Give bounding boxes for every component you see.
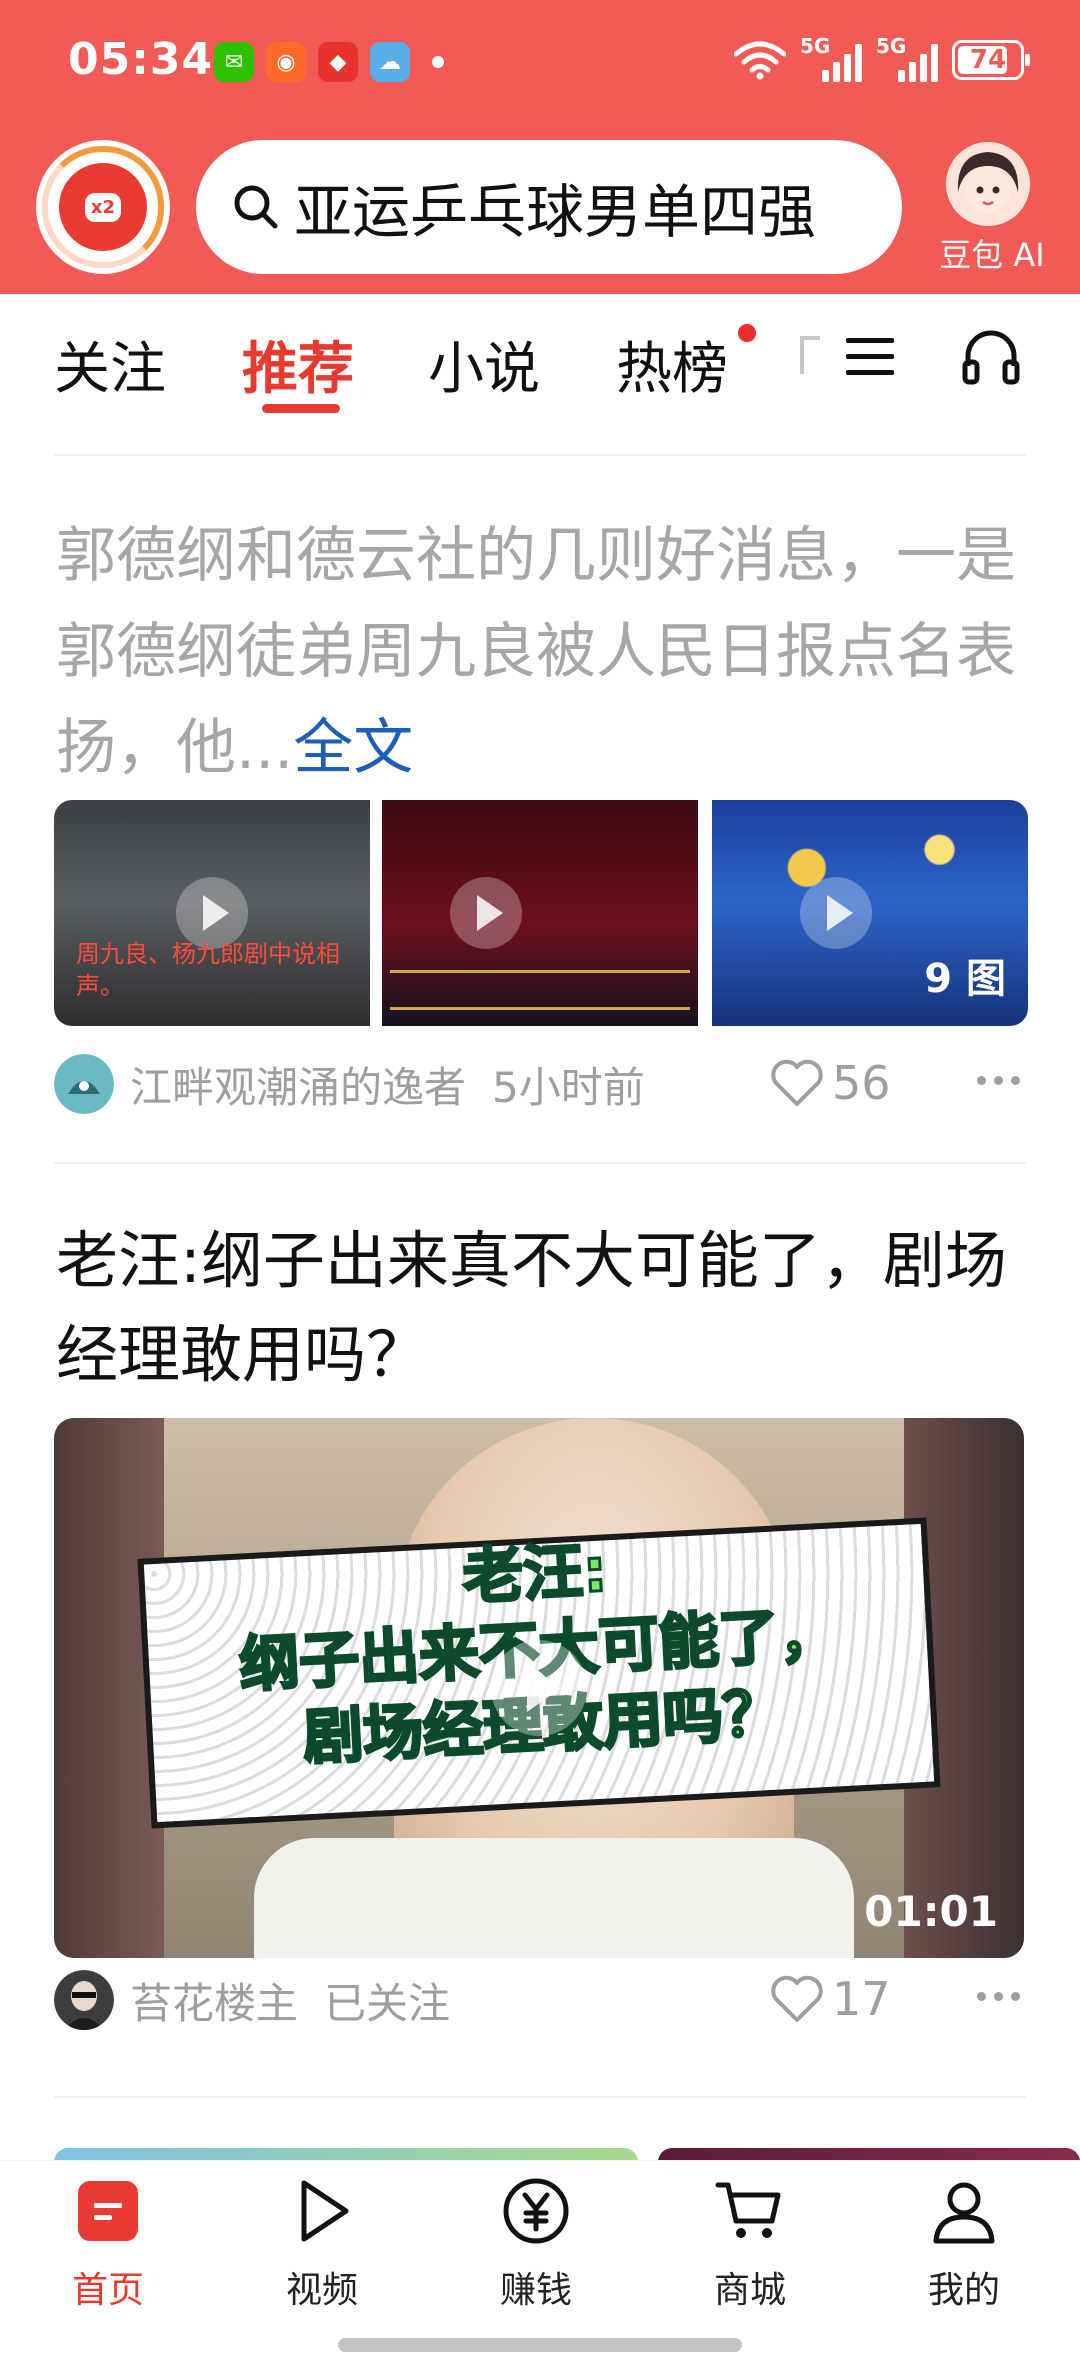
system-icons: 5G 5G 74 xyxy=(734,34,1030,82)
author-name[interactable]: 江畔观潮涌的逸者 xyxy=(130,1054,466,1115)
play-icon xyxy=(800,877,872,949)
shopping-cart-icon xyxy=(715,2182,781,2238)
video-player-thumbnail[interactable]: 老汪: 纲子出来不大可能了， 剧场经理敢用吗？ 01:01 xyxy=(54,1418,1024,1958)
image-thumbnail[interactable]: 9 图 xyxy=(712,800,1028,1026)
nav-label: 商城 xyxy=(713,2270,786,2311)
search-query: 亚运乒乓球男单四强 xyxy=(294,178,817,246)
article-meta: 苔花楼主 已关注 17 xyxy=(54,1968,1026,2032)
doubao-ai-avatar[interactable] xyxy=(946,142,1030,226)
weather-notification-icon: ☁ xyxy=(370,42,410,82)
more-notifications-dot xyxy=(432,56,444,68)
video-duration: 01:01 xyxy=(864,1887,998,1936)
play-icon xyxy=(450,877,522,949)
article-text[interactable]: 郭德纲和德云社的几则好消息，一是郭德纲徒弟周九良被人民日报点名表扬，他...全文 xyxy=(56,508,1026,796)
feed-divider xyxy=(54,454,1026,456)
nav-video[interactable]: 视频 xyxy=(242,2175,402,2313)
like-button[interactable]: 17 xyxy=(770,1972,891,2026)
tab-following[interactable]: 关注 xyxy=(54,324,166,405)
image-count-badge: 9 图 xyxy=(924,956,1006,1002)
tab-partial-next[interactable] xyxy=(796,324,822,394)
signal-5g-icon: 5G xyxy=(800,34,862,82)
wechat-notification-icon: ✉ xyxy=(214,42,254,82)
nav-mall[interactable]: 商城 xyxy=(670,2175,830,2313)
home-icon xyxy=(78,2181,138,2241)
nav-label: 首页 xyxy=(71,2270,144,2311)
signal-5g-icon: 5G xyxy=(876,34,938,82)
channel-tabs: 关注 推荐 小说 热榜 xyxy=(0,294,1080,424)
channel-menu-icon[interactable] xyxy=(844,334,896,380)
search-bar[interactable]: 亚运乒乓球男单四强 xyxy=(196,140,902,274)
like-button[interactable]: 56 xyxy=(770,1056,891,1110)
status-bar: 05:34 ✉ ◉ ◆ ☁ 5G 5G 74 xyxy=(0,0,1080,128)
yuan-coin-icon xyxy=(503,2178,569,2244)
hot-list-red-dot xyxy=(738,324,756,342)
more-options-icon[interactable] xyxy=(977,1076,1020,1085)
user-icon xyxy=(933,2182,995,2244)
app-notification-icon: ◉ xyxy=(266,42,306,82)
headphone-icon[interactable] xyxy=(960,326,1022,388)
nav-label: 我的 xyxy=(927,2270,1000,2311)
battery-icon: 74 xyxy=(952,40,1030,80)
logo-badge: x2 xyxy=(84,192,122,222)
wifi-icon xyxy=(734,41,786,80)
nav-profile[interactable]: 我的 xyxy=(884,2175,1044,2313)
thumbnail-caption: 周九良、杨九郎剧中说相声。 xyxy=(76,940,340,1000)
post-time: 5小时前 xyxy=(492,1062,645,1112)
author-avatar[interactable] xyxy=(54,1970,114,2030)
status-time: 05:34 xyxy=(68,34,214,85)
play-icon xyxy=(491,1640,587,1736)
search-icon xyxy=(234,185,278,229)
top-header: 05:34 ✉ ◉ ◆ ☁ 5G 5G 74 x2 亚运乒乓球男单四强 豆包 A… xyxy=(0,0,1080,294)
feed-divider xyxy=(54,1162,1026,1164)
like-count: 17 xyxy=(832,1972,891,2026)
tab-hot-list[interactable]: 热榜 xyxy=(616,324,728,405)
home-indicator[interactable] xyxy=(338,2338,742,2352)
battery-level: 74 xyxy=(969,45,1007,75)
app-logo-button[interactable]: x2 xyxy=(36,140,170,274)
banner-decoration xyxy=(390,970,690,1010)
article-snippet: 郭德纲和德云社的几则好消息，一是郭德纲徒弟周九良被人民日报点名表扬，他... xyxy=(56,521,1016,783)
feed-divider xyxy=(54,2096,1026,2098)
video-thumbnail[interactable]: 周九良、杨九郎剧中说相声。 xyxy=(54,800,370,1026)
nav-label: 赚钱 xyxy=(499,2270,572,2311)
app-notification-icon: ◆ xyxy=(318,42,358,82)
author-avatar[interactable] xyxy=(54,1054,114,1114)
article-meta: 江畔观潮涌的逸者 5小时前 56 xyxy=(54,1052,1026,1116)
heart-icon xyxy=(771,1059,823,1106)
tab-recommended[interactable]: 推荐 xyxy=(242,324,354,405)
more-options-icon[interactable] xyxy=(977,1992,1020,2001)
nav-label: 视频 xyxy=(285,2270,358,2311)
article-thumbnails: 周九良、杨九郎剧中说相声。 9 图 xyxy=(54,800,1028,1026)
doubao-ai-label[interactable]: 豆包 AI xyxy=(922,230,1062,276)
video-thumbnail[interactable] xyxy=(382,800,698,1026)
active-tab-indicator xyxy=(262,404,340,413)
follow-status[interactable]: 已关注 xyxy=(324,1970,450,2031)
full-text-link[interactable]: 全文 xyxy=(293,713,413,783)
nav-home[interactable]: 首页 xyxy=(28,2175,188,2313)
author-name[interactable]: 苔花楼主 xyxy=(130,1970,298,2031)
play-icon xyxy=(301,2180,349,2242)
like-count: 56 xyxy=(832,1056,891,1110)
notification-icons: ✉ ◉ ◆ ☁ xyxy=(214,42,444,82)
article-title[interactable]: 老汪:纲子出来真不大可能了，剧场经理敢用吗？ xyxy=(56,1214,1026,1402)
tab-novels[interactable]: 小说 xyxy=(428,324,540,405)
nav-earn[interactable]: 赚钱 xyxy=(456,2175,616,2313)
heart-icon xyxy=(771,1975,823,2022)
